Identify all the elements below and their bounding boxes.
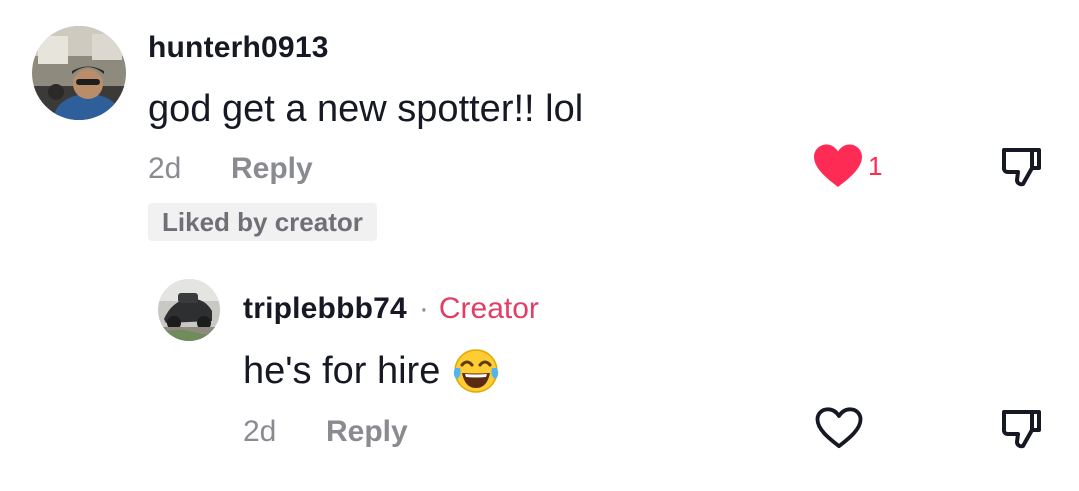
thumbs-down-icon <box>1001 148 1041 187</box>
avatar[interactable] <box>32 26 126 120</box>
reply-button[interactable]: Reply <box>231 150 313 188</box>
like-count: 1 <box>868 151 883 181</box>
face-with-tears-of-joy-icon <box>452 348 500 394</box>
dislike-button[interactable] <box>998 144 1044 190</box>
thumbs-down-icon <box>1001 410 1041 449</box>
heart-outline-icon <box>815 407 863 449</box>
reply-button[interactable]: Reply <box>326 413 408 451</box>
reply-text: he's for hire <box>243 350 441 392</box>
reply-age: 2d <box>243 415 277 448</box>
heart-filled-icon <box>814 144 862 187</box>
liked-by-creator-badge: Liked by creator <box>148 203 377 241</box>
creator-tag: Creator <box>438 292 539 325</box>
comment-age: 2d <box>148 152 182 185</box>
comment-text: god get a new spotter!! lol <box>148 88 584 130</box>
like-button[interactable] <box>814 406 864 450</box>
avatar[interactable] <box>158 279 220 341</box>
avatar-image <box>32 26 126 120</box>
separator-dot: · <box>418 292 429 325</box>
reply-username[interactable]: triplebbb74 <box>243 291 407 327</box>
comment-thread: hunterh0913 god get a new spotter!! lol … <box>0 0 1079 491</box>
dislike-button[interactable] <box>998 406 1044 452</box>
like-button[interactable] <box>812 143 864 189</box>
avatar-image <box>158 279 220 341</box>
comment-username[interactable]: hunterh0913 <box>148 30 329 66</box>
